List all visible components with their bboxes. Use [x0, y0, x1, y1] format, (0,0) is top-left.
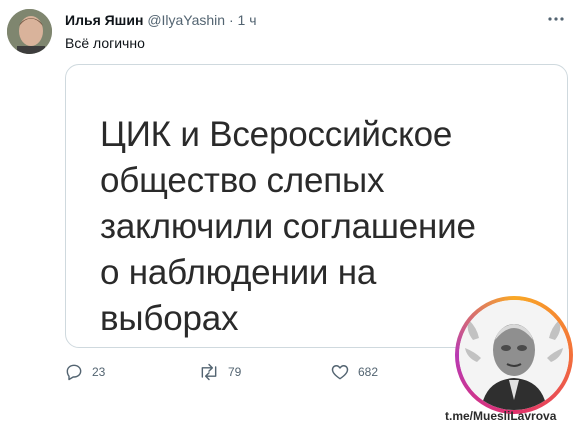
tweet-text: Всё логично — [65, 35, 145, 51]
portrait-logo-image — [459, 300, 569, 410]
separator: · — [228, 12, 234, 28]
reply-icon — [66, 364, 82, 381]
image-text-line: о наблюдении на — [100, 253, 377, 292]
channel-watermark: t.me/MuesliLavrova — [445, 409, 557, 423]
heart-icon — [331, 365, 349, 380]
author-handle[interactable]: @IlyaYashin — [147, 12, 225, 28]
like-count: 682 — [358, 365, 379, 379]
more-button[interactable] — [545, 10, 567, 28]
channel-logo — [459, 300, 569, 410]
avatar-photo — [7, 9, 52, 54]
more-icon — [548, 17, 564, 21]
image-text-line: ЦИК и Всероссийское — [100, 115, 453, 154]
image-text-line: заключили соглашение — [100, 207, 476, 246]
retweet-count: 79 — [228, 365, 242, 379]
tweet-actions: 23 79 682 — [64, 362, 464, 384]
channel-logo-badge — [455, 296, 573, 414]
retweet-icon — [201, 363, 217, 381]
reply-button[interactable]: 23 — [64, 362, 105, 382]
image-text-line: общество слепых — [100, 161, 385, 200]
tweet-header: Илья Яшин @IlyaYashin · 1 ч — [65, 12, 257, 28]
reply-count: 23 — [92, 365, 106, 379]
author-name[interactable]: Илья Яшин — [65, 12, 143, 28]
like-button[interactable]: 682 — [330, 362, 378, 382]
author-avatar[interactable] — [7, 9, 52, 54]
tweet-time[interactable]: 1 ч — [238, 12, 257, 28]
image-text-line: выборах — [100, 299, 239, 338]
retweet-button[interactable]: 79 — [198, 362, 241, 382]
